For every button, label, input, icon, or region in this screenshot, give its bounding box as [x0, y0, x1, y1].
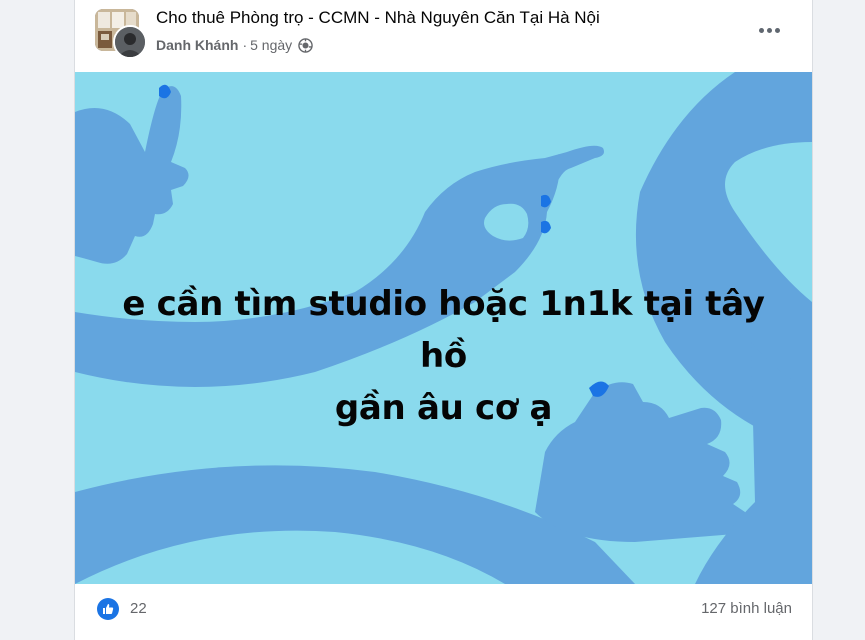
more-options-icon[interactable] [751, 14, 787, 46]
post-background: e cần tìm studio hoặc 1n1k tại tây hồ gầ… [75, 72, 812, 584]
post-meta: Danh Khánh · 5 ngày [156, 37, 313, 53]
post-text: e cần tìm studio hoặc 1n1k tại tây hồ gầ… [105, 278, 782, 434]
author-name-link[interactable]: Danh Khánh [156, 37, 238, 53]
user-avatar[interactable] [113, 25, 147, 59]
globe-icon[interactable] [298, 37, 313, 53]
post-timestamp[interactable]: 5 ngày [250, 37, 292, 53]
post-footer: 22 127 bình luận [75, 584, 812, 624]
post-header: Cho thuê Phòng trọ - CCMN - Nhà Nguyên C… [75, 0, 812, 72]
post-text-line-2: gần âu cơ ạ [334, 388, 553, 428]
like-icon[interactable] [97, 598, 119, 620]
post-text-line-1: e cần tìm studio hoặc 1n1k tại tây hồ [122, 284, 765, 376]
meta-separator: · [242, 37, 248, 53]
post-card: Cho thuê Phòng trọ - CCMN - Nhà Nguyên C… [74, 0, 813, 640]
group-name-link[interactable]: Cho thuê Phòng trọ - CCMN - Nhà Nguyên C… [156, 8, 600, 28]
